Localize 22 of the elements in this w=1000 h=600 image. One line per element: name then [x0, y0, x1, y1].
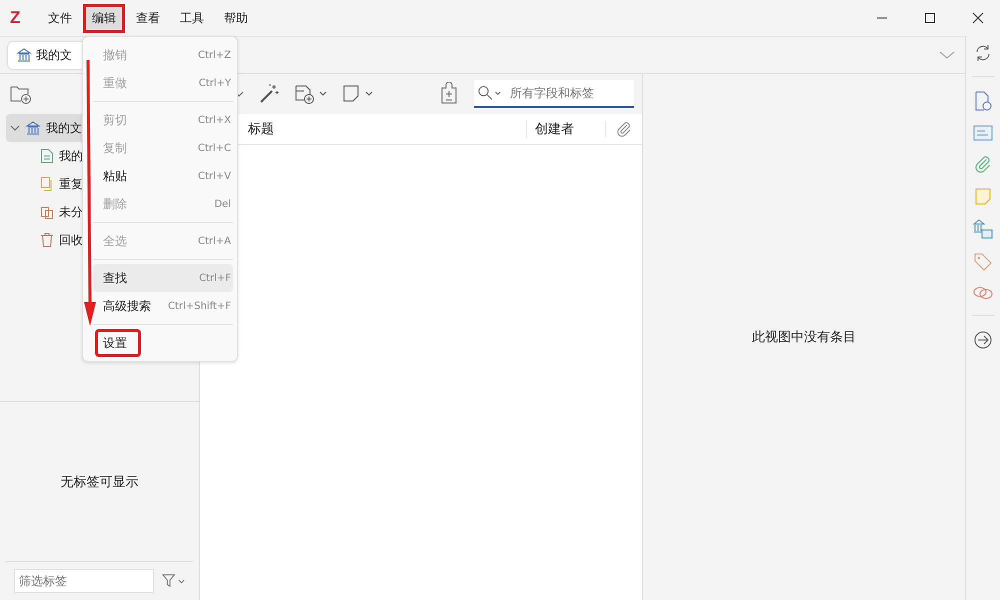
menu-item-label: 撤销: [103, 46, 127, 64]
shortcut-label: Ctrl+C: [198, 142, 231, 154]
menu-item-label: 粘贴: [103, 168, 127, 184]
shortcut-label: Ctrl+V: [198, 170, 231, 182]
shortcut-label: Ctrl+Shift+F: [168, 300, 231, 312]
empty-tags-message: 无标签可显示: [60, 474, 140, 492]
menu-item-label: 全选: [103, 232, 127, 250]
shortcut-label: Ctrl+F: [199, 272, 231, 284]
menu-item-label: 重做: [103, 74, 127, 92]
menu-item-label: 剪切: [103, 112, 127, 128]
menu-item-label: 设置: [103, 334, 127, 352]
app-logo: Z: [10, 8, 22, 28]
shortcut-label: Ctrl+A: [198, 236, 231, 246]
menu-item-label: 删除: [103, 196, 127, 212]
shortcut-label: Ctrl+Z: [198, 50, 231, 60]
shortcut-label: Del: [214, 198, 231, 210]
menu-item-label: 高级搜索: [103, 298, 151, 314]
shortcut-label: Ctrl+Y: [198, 78, 231, 88]
menu-item-label: 复制: [103, 140, 127, 156]
empty-view-message: 此视图中没有条目: [752, 329, 856, 346]
shortcut-label: Ctrl+X: [198, 114, 231, 126]
menu-item-label: 查找: [103, 270, 127, 286]
